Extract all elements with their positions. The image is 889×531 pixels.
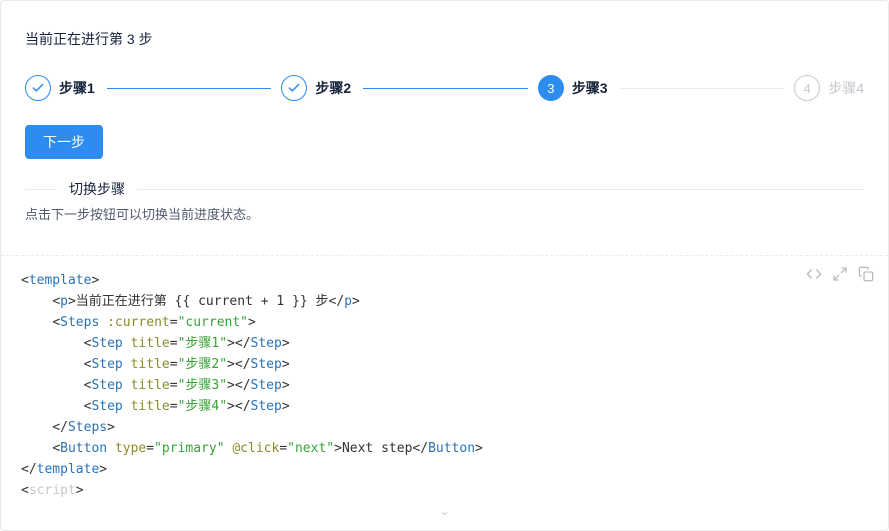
check-icon — [25, 75, 51, 101]
step-4: 4 步骤4 — [794, 75, 864, 101]
step-1-label: 步骤1 — [59, 78, 95, 98]
code-block: <template> <p>当前正在进行第 {{ current + 1 }} … — [21, 270, 868, 502]
check-icon — [281, 75, 307, 101]
step-number-wait: 4 — [794, 75, 820, 101]
expand-handle[interactable]: ⌄ — [21, 502, 868, 522]
expand-icon[interactable] — [832, 266, 848, 282]
section-divider: 切换步骤 — [25, 189, 864, 190]
step-4-label: 步骤4 — [828, 78, 864, 98]
demo-card: 当前正在进行第 3 步 步骤1 步骤2 3 步骤3 — [0, 0, 889, 531]
status-number: 3 — [127, 31, 135, 47]
step-connector — [620, 88, 785, 89]
next-button[interactable]: 下一步 — [25, 125, 103, 159]
status-line: 当前正在进行第 3 步 — [25, 29, 864, 49]
demo-area: 当前正在进行第 3 步 步骤1 步骤2 3 步骤3 — [1, 1, 888, 255]
code-toolbar — [806, 266, 874, 282]
step-3-label: 步骤3 — [572, 78, 608, 98]
section-title: 切换步骤 — [57, 179, 137, 199]
step-number-current: 3 — [538, 75, 564, 101]
section-desc: 点击下一步按钮可以切换当前进度状态。 — [25, 204, 864, 235]
step-connector — [107, 88, 272, 89]
step-2-label: 步骤2 — [315, 78, 351, 98]
step-3: 3 步骤3 — [538, 75, 794, 101]
status-prefix: 当前正在进行第 — [25, 31, 127, 47]
copy-icon[interactable] — [858, 266, 874, 282]
steps-bar: 步骤1 步骤2 3 步骤3 4 步骤4 — [25, 75, 864, 101]
step-1: 步骤1 — [25, 75, 281, 101]
step-2: 步骤2 — [281, 75, 537, 101]
code-area: <template> <p>当前正在进行第 {{ current + 1 }} … — [1, 255, 888, 530]
code-icon[interactable] — [806, 266, 822, 282]
step-connector — [363, 88, 528, 89]
status-suffix: 步 — [135, 31, 153, 47]
